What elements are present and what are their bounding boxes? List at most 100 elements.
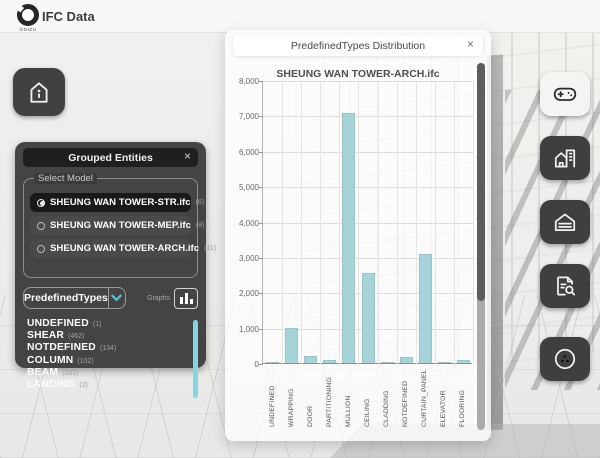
inspect-data-button[interactable] [540, 264, 590, 308]
bar-chart-icon [180, 297, 183, 304]
select-model-group: Select Model SHEUNG WAN TOWER-STR.ifc(6)… [23, 178, 198, 278]
tick-mark [259, 258, 263, 259]
modal-header[interactable]: PredefinedTypes Distribution × [233, 35, 483, 56]
model-option-1[interactable]: SHEUNG WAN TOWER-MEP.ifc(8) [30, 216, 191, 235]
tick-mark [259, 81, 263, 82]
bar-wrapping [285, 328, 298, 363]
x-tick-label: CLADDING [383, 369, 390, 427]
x-tick-label: MULLION [345, 369, 352, 427]
list-item[interactable]: NOTDEFINED(134) [27, 342, 186, 354]
gridline-vertical [301, 81, 302, 364]
bar-flooring [457, 360, 470, 363]
panel-scrollbar[interactable] [193, 320, 198, 398]
tick-mark [259, 152, 263, 153]
panel-close-icon[interactable]: × [184, 149, 191, 163]
page-title: IFC Data [42, 9, 95, 24]
model-list: SHEUNG WAN TOWER-STR.ifc(6) SHEUNG WAN TO… [30, 189, 191, 262]
modal-scrollbar-track[interactable] [477, 63, 485, 430]
materials-button[interactable] [540, 337, 590, 381]
x-tick-label: UNDEFINED [269, 369, 276, 427]
gridline-vertical [358, 81, 359, 364]
y-tick-label: 6,000 [219, 148, 259, 157]
y-tick-label: 2,000 [219, 289, 259, 298]
buildings-button[interactable] [540, 136, 590, 180]
tick-mark [259, 364, 263, 365]
model-count: (8) [196, 222, 205, 229]
list-item[interactable]: LANDING(2) [27, 379, 186, 391]
x-tick-label: FLOORING [459, 369, 466, 427]
graphs-button[interactable] [174, 288, 198, 309]
house-building-icon [552, 145, 578, 171]
gridline [263, 223, 473, 224]
x-tick-label: PARTITIONING [326, 369, 333, 427]
x-tick-label: ELEVATOR [440, 369, 447, 427]
gridline-vertical [320, 81, 321, 364]
gridline-vertical [416, 81, 417, 364]
modal-scrollbar-thumb[interactable] [477, 63, 485, 301]
gridline [263, 81, 473, 82]
model-name: SHEUNG WAN TOWER-MEP.ifc [50, 220, 191, 231]
panel-header: Grouped Entities × [23, 148, 198, 167]
gamepad-icon [552, 81, 578, 107]
dropdown-value: PredefinedTypes [24, 292, 108, 304]
storeys-button[interactable] [540, 200, 590, 244]
model-count: (11) [204, 245, 216, 252]
list-item[interactable]: SHEAR(462) [27, 330, 186, 342]
gamepad-mode-button[interactable] [540, 72, 590, 116]
graphs-label: Graphs [147, 295, 170, 302]
filter-row: PredefinedTypes Graphs [23, 287, 198, 309]
gridline-vertical [378, 81, 379, 364]
bar-partitioning [323, 360, 336, 363]
bar-mullion [342, 113, 355, 363]
model-count: (6) [196, 199, 205, 206]
list-item[interactable]: UNDEFINED(1) [27, 318, 186, 330]
y-tick-label: 8,000 [219, 77, 259, 86]
tick-mark [259, 293, 263, 294]
bar-door [304, 356, 317, 363]
bar-undefined [266, 362, 279, 363]
y-tick-label: 0 [219, 360, 259, 369]
modal-title: PredefinedTypes Distribution [291, 40, 425, 52]
document-search-icon [552, 273, 578, 299]
bar-ceiling [362, 273, 375, 363]
model-option-2[interactable]: SHEUNG WAN TOWER-ARCH.ifc(11) [30, 239, 191, 258]
x-tick-label: NOTDEFINED [402, 369, 409, 427]
y-tick-label: 4,000 [219, 219, 259, 228]
y-tick-label: 1,000 [219, 325, 259, 334]
bar-curtain_panel [419, 254, 432, 363]
model-option-0[interactable]: SHEUNG WAN TOWER-STR.ifc(6) [30, 193, 191, 212]
gridline-vertical [282, 81, 283, 364]
house-levels-icon [552, 209, 578, 235]
bar-elevator [438, 362, 451, 363]
modal-close-icon[interactable]: × [467, 37, 474, 51]
x-tick-label: DOOR [307, 369, 314, 427]
predefined-types-dropdown[interactable]: PredefinedTypes [23, 287, 126, 309]
x-tick-label: WRAPPING [288, 369, 295, 427]
chart-title: SHEUNG WAN TOWER-ARCH.ifc [245, 68, 471, 80]
gridline-vertical [435, 81, 436, 364]
x-tick-label: CEILING [364, 369, 371, 427]
y-tick-label: 5,000 [219, 183, 259, 192]
radio-icon [37, 245, 45, 253]
home-info-button[interactable] [13, 68, 65, 116]
gridline-vertical [454, 81, 455, 364]
gridline [263, 187, 473, 188]
onizu-logo: ONIZU [13, 4, 43, 32]
y-tick-label: 7,000 [219, 112, 259, 121]
gridline [263, 258, 473, 259]
tick-mark [259, 116, 263, 117]
y-tick-label: 3,000 [219, 254, 259, 263]
gridline [263, 152, 473, 153]
grouped-entities-panel: Grouped Entities × Select Model SHEUNG W… [15, 142, 206, 368]
chevron-down-icon [109, 294, 125, 302]
circle-dots-icon [552, 346, 578, 372]
gridline-vertical [473, 81, 474, 364]
model-name: SHEUNG WAN TOWER-ARCH.ifc [50, 243, 199, 254]
distribution-modal: PredefinedTypes Distribution × SHEUNG WA… [225, 30, 491, 441]
bar-chart: 01,0002,0003,0004,0005,0006,0007,0008,00… [262, 81, 472, 364]
list-item[interactable]: BEAM(232) [27, 367, 186, 379]
x-tick-label: CURTAIN_PANEL [421, 369, 428, 427]
gridline-vertical [397, 81, 398, 364]
select-model-label: Select Model [34, 173, 97, 184]
list-item[interactable]: COLUMN(102) [27, 355, 186, 367]
